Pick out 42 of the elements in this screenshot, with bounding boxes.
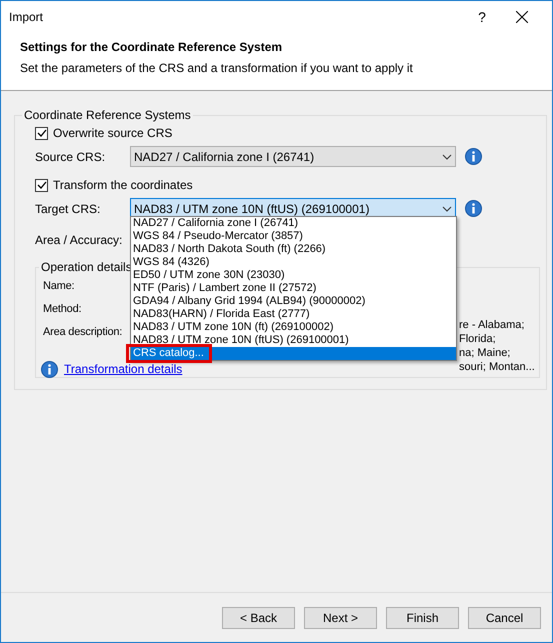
dialog-button[interactable]: < Back bbox=[222, 606, 295, 628]
check-icon bbox=[36, 180, 46, 190]
info-icon[interactable] bbox=[465, 148, 482, 165]
window-title: Import bbox=[9, 9, 44, 26]
checkbox[interactable] bbox=[35, 178, 48, 192]
overwrite-checkbox[interactable]: Overwrite source CRS bbox=[35, 124, 540, 142]
help-button[interactable]: ? bbox=[464, 2, 500, 32]
source-select[interactable]: NAD27 / California zone I (26741) bbox=[130, 146, 456, 167]
area-accuracy-label: Area / Accuracy: bbox=[35, 233, 122, 247]
transformation-details-link[interactable]: Transformation details bbox=[64, 360, 182, 378]
dropdown-option[interactable]: GDA94 / Albany Grid 1994 (ALB94) (90000002) bbox=[131, 295, 456, 308]
header-subtitle: Set the parameters of the CRS and a transformation if you want to apply it bbox=[20, 60, 414, 77]
check-icon bbox=[36, 128, 46, 138]
dropdown-option[interactable]: WGS 84 (4326) bbox=[131, 256, 456, 269]
chevron-down-icon bbox=[442, 206, 452, 212]
dropdown-option[interactable]: ED50 / UTM zone 30N (23030) bbox=[131, 269, 456, 282]
group-title: Coordinate Reference Systems bbox=[23, 107, 192, 124]
chevron-down-icon bbox=[442, 154, 452, 160]
transform-checkbox[interactable]: Transform the coordinates bbox=[35, 176, 540, 194]
area-description-text: Florida; bbox=[459, 332, 496, 346]
checkbox[interactable] bbox=[35, 126, 48, 140]
area-description-text: souri; Montan... bbox=[459, 360, 535, 374]
dropdown-option[interactable]: NAD83 / North Dakota South (ft) (2266) bbox=[131, 243, 456, 256]
dialog-button[interactable]: Next > bbox=[304, 606, 377, 628]
dropdown-option[interactable]: NTF (Paris) / Lambert zone II (27572) bbox=[131, 282, 456, 295]
dropdown-option[interactable]: WGS 84 / Pseudo-Mercator (3857) bbox=[131, 230, 456, 243]
info-icon[interactable] bbox=[465, 200, 482, 217]
area-description-text: na; Maine; bbox=[459, 346, 510, 360]
dropdown-option[interactable]: NAD27 / California zone I (26741) bbox=[131, 217, 456, 230]
group-title: Operation details bbox=[40, 259, 133, 276]
dialog-button[interactable]: Finish bbox=[386, 606, 459, 628]
source-label: Source CRS: bbox=[35, 148, 106, 166]
info-icon[interactable] bbox=[41, 360, 58, 378]
dropdown-option[interactable]: NAD83 / UTM zone 10N (ftUS) (269100001) bbox=[131, 334, 456, 347]
dropdown-option[interactable]: NAD83(HARN) / Florida East (2777) bbox=[131, 308, 456, 321]
dropdown-option[interactable]: CRS catalog... bbox=[131, 347, 456, 360]
area-description-text: re - Alabama; bbox=[459, 318, 524, 332]
dialog-button[interactable]: Cancel bbox=[468, 606, 541, 628]
target-label: Target CRS: bbox=[35, 200, 102, 218]
header-title: Settings for the Coordinate Reference System bbox=[20, 39, 284, 56]
dropdown-option[interactable]: NAD83 / UTM zone 10N (ft) (269100002) bbox=[131, 321, 456, 334]
close-icon bbox=[516, 11, 528, 23]
